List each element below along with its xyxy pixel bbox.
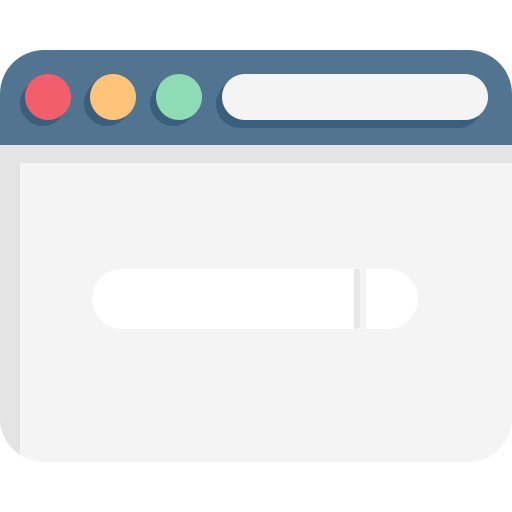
maximize-button[interactable] <box>156 74 202 120</box>
search-field <box>92 269 418 329</box>
minimize-button[interactable] <box>90 74 136 120</box>
stage <box>0 0 512 512</box>
search-input-end <box>340 269 360 329</box>
search-input[interactable] <box>92 269 354 329</box>
close-button[interactable] <box>25 74 71 120</box>
title-bar-divider <box>0 145 512 163</box>
search-button[interactable] <box>366 269 418 329</box>
address-bar[interactable] <box>222 74 488 120</box>
